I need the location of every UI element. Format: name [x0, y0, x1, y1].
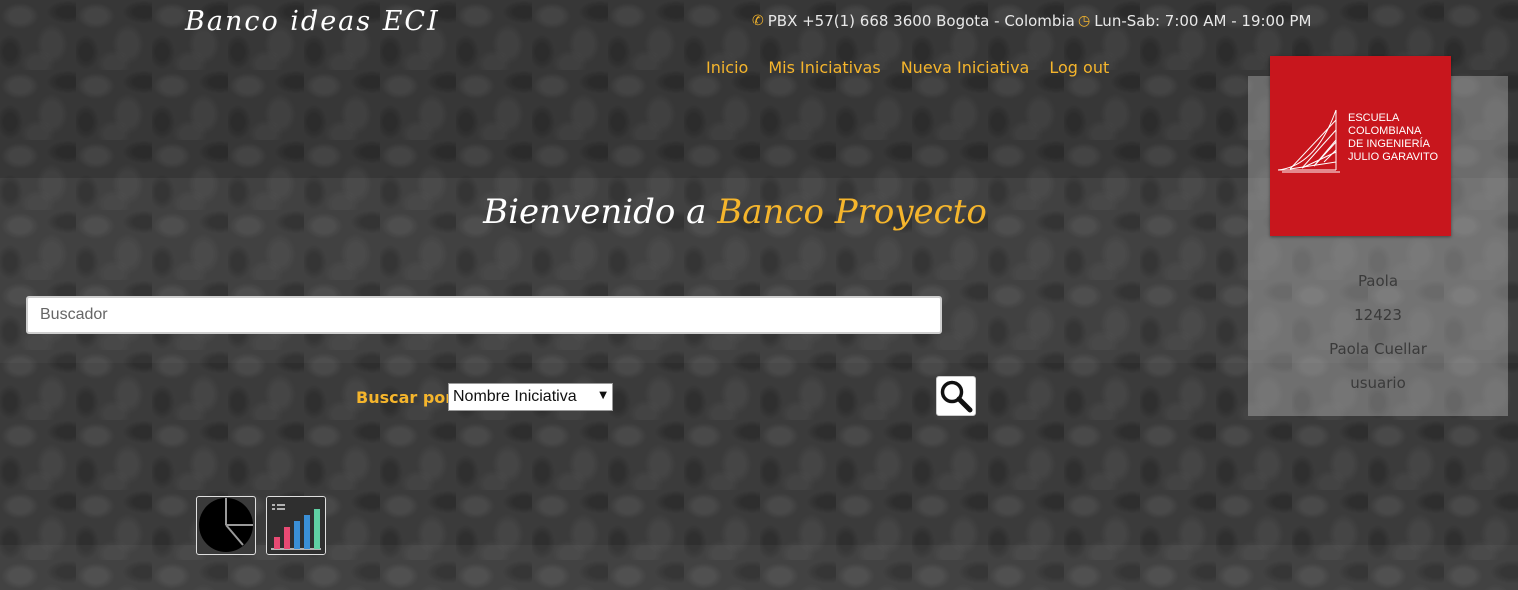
nav-log-out[interactable]: Log out — [1049, 58, 1109, 77]
welcome-heading: Bienvenido a Banco Proyecto — [0, 192, 1470, 232]
user-first-name: Paola — [1357, 272, 1399, 290]
phone-icon: ✆ — [752, 13, 764, 29]
brand-title[interactable]: Banco ideas ECI — [185, 6, 440, 37]
clock-icon: ◷ — [1078, 13, 1091, 29]
logo-line-2: Colombiana — [1348, 125, 1422, 137]
search-input[interactable] — [26, 296, 942, 334]
logo-line-4: Julio Garavito — [1348, 151, 1439, 163]
filter-select[interactable]: Nombre Iniciativa ▼ — [448, 383, 613, 411]
user-id: 12423 — [1354, 306, 1402, 324]
pie-chart-shortcut[interactable] — [196, 496, 256, 555]
chevron-down-icon: ▼ — [599, 390, 607, 401]
logo-line-3: de Ingeniería — [1348, 138, 1430, 150]
user-role: usuario — [1350, 374, 1406, 392]
magnifier-icon — [938, 378, 974, 414]
bar-chart-icon — [267, 497, 325, 554]
main-nav: Inicio Mis Iniciativas Nueva Iniciativa … — [706, 58, 1109, 77]
phone-text: PBX +57(1) 668 3600 Bogota - Colombia — [767, 12, 1075, 30]
contact-hours: ◷ Lun-Sab: 7:00 AM - 19:00 PM — [1078, 12, 1311, 30]
search-button[interactable] — [936, 376, 976, 416]
pie-chart-icon — [199, 498, 253, 552]
filter-select-value: Nombre Iniciativa — [453, 388, 577, 405]
nav-nueva-iniciativa[interactable]: Nueva Iniciativa — [901, 58, 1030, 77]
hours-text: Lun-Sab: 7:00 AM - 19:00 PM — [1094, 12, 1312, 30]
logo-line-1: Escuela — [1348, 112, 1400, 124]
welcome-prefix: Bienvenido a — [483, 192, 718, 232]
logo-text: Escuela Colombiana de Ingeniería Julio G… — [1348, 112, 1438, 164]
bar-chart-shortcut[interactable] — [266, 496, 326, 555]
welcome-highlight: Banco Proyecto — [717, 192, 987, 232]
user-info: Paola 12423 Paola Cuellar usuario — [1248, 264, 1508, 400]
contact-phone: ✆ PBX +57(1) 668 3600 Bogota - Colombia — [752, 12, 1075, 30]
logo-emblem-icon — [1277, 109, 1340, 173]
filter-label: Buscar por: — [356, 388, 460, 407]
nav-inicio[interactable]: Inicio — [706, 58, 748, 77]
user-full-name: Paola Cuellar — [1329, 340, 1427, 358]
nav-mis-iniciativas[interactable]: Mis Iniciativas — [768, 58, 880, 77]
